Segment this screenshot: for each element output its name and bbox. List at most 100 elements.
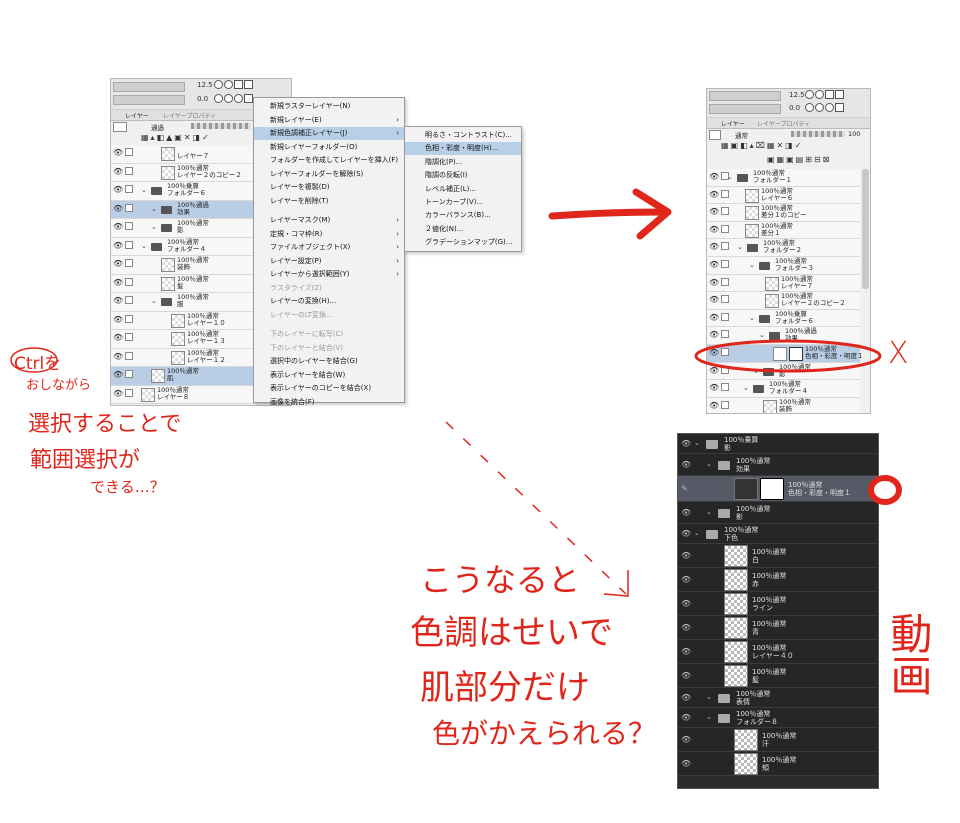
menu-item[interactable]: レイヤーフォルダーを解除(S) [254, 168, 404, 181]
rotate-right-icon[interactable] [224, 94, 233, 103]
chevron-down-icon[interactable]: ⌄ [151, 205, 157, 213]
layer-row[interactable]: 👁 ⌄ 100％通常 フォルダー１ [707, 169, 860, 187]
submenu-item[interactable]: 明るさ・コントラスト(C)... [405, 129, 521, 142]
eye-icon[interactable]: 👁 [113, 333, 123, 342]
menu-item[interactable]: レイヤーマスク(M) › [254, 214, 404, 227]
layer-row[interactable]: 👁 ⌄ 100％通常 フォルダー４ [707, 380, 860, 398]
chevron-down-icon[interactable]: ⌄ [706, 508, 712, 516]
layer-row[interactable]: 👁 100％通常汗 [678, 728, 878, 752]
chevron-down-icon[interactable]: ⌄ [151, 223, 157, 231]
eye-icon[interactable]: 👁 [113, 241, 123, 250]
eye-icon[interactable]: 👁 [681, 623, 691, 632]
eye-icon[interactable]: 👁 [709, 242, 719, 251]
eye-icon[interactable]: 👁 [681, 529, 691, 538]
lock-checkbox[interactable] [125, 296, 133, 304]
eye-icon[interactable]: 👁 [681, 551, 691, 560]
right-opacity-value[interactable]: 100 [848, 130, 860, 138]
submenu-item[interactable]: トーンカーブ(V)... [405, 196, 521, 209]
menu-item[interactable]: 選択中のレイヤーを結合(G) [254, 355, 404, 368]
chevron-down-icon[interactable]: ⌄ [694, 439, 700, 447]
eye-icon[interactable]: 👁 [113, 222, 123, 231]
lock-checkbox[interactable] [125, 277, 133, 286]
layer-row[interactable]: 👁 100％通常白 [678, 544, 878, 568]
layer-row[interactable]: 👁 100％通常 装飾 [707, 397, 860, 413]
layer-row[interactable]: 👁 100％通常赤 [678, 568, 878, 592]
menu-item[interactable]: 定規・コマ枠(R) › [254, 228, 404, 241]
lock-checkbox[interactable] [721, 260, 729, 268]
layer-row[interactable]: 👁 100％通常髪 [678, 664, 878, 688]
left-tab-property[interactable]: レイヤープロパティ [163, 111, 216, 120]
lock-checkbox[interactable] [125, 166, 133, 175]
chevron-down-icon[interactable]: ⌄ [749, 261, 755, 269]
layer-row[interactable]: 👁 100％通常 差分１ [707, 221, 860, 240]
eye-icon[interactable]: 👁 [681, 439, 691, 448]
right-color-swatch[interactable] [709, 130, 721, 140]
menu-item[interactable]: 新規ラスターレイヤー(N) [254, 100, 404, 113]
lock-checkbox[interactable] [125, 333, 133, 341]
eye-icon[interactable]: 👁 [113, 204, 123, 213]
lock-checkbox[interactable] [125, 185, 133, 193]
layer-row[interactable]: 👁 ⌄ 100％通常 表情 [678, 688, 878, 708]
eye-icon[interactable]: 👁 [113, 315, 123, 324]
reset-rotate-icon[interactable] [234, 94, 243, 103]
flip-icon[interactable] [835, 103, 844, 112]
reset-rotate-icon[interactable] [825, 103, 834, 112]
menu-item[interactable]: レイヤーから選択範囲(Y) › [254, 268, 404, 281]
fullscreen-icon[interactable] [244, 80, 253, 89]
left-blend-mode[interactable]: 通過 [151, 122, 164, 132]
eye-icon[interactable]: 👁 [113, 352, 123, 361]
right-tab-property[interactable]: レイヤープロパティ [757, 119, 810, 128]
rotate-right-icon[interactable] [815, 103, 824, 112]
fit-icon[interactable] [825, 90, 834, 99]
menu-item[interactable]: 新規レイヤーフォルダー(O) [254, 141, 404, 154]
layer-row[interactable]: 👁 ⌄ 100％通常 フォルダー２ [707, 239, 860, 257]
lock-checkbox[interactable] [721, 312, 729, 321]
right-blend-mode[interactable]: 通常 [735, 130, 748, 140]
submenu-item[interactable]: ２値化(N)... [405, 223, 521, 236]
layer-row[interactable]: 👁 ⌄ 100％通常 フォルダー３ [707, 257, 860, 275]
right-rotate-controls[interactable] [804, 103, 844, 112]
chevron-down-icon[interactable]: ⌄ [743, 384, 749, 392]
lock-checkbox[interactable] [721, 242, 729, 251]
eye-icon[interactable]: 👁 [709, 172, 719, 181]
lock-checkbox[interactable] [125, 314, 133, 323]
chevron-down-icon[interactable]: ⌄ [749, 314, 755, 322]
layer-row[interactable]: 👁 ⌄ 100％通常影 [678, 502, 878, 524]
chevron-down-icon[interactable]: ⌄ [141, 186, 147, 194]
lock-checkbox[interactable] [125, 370, 133, 378]
left-tab-layer[interactable]: レイヤー [125, 111, 149, 120]
rotate-left-icon[interactable] [214, 94, 223, 103]
layer-row[interactable]: 👁 100％通常頬 [678, 752, 878, 776]
eye-icon[interactable]: 👁 [113, 167, 123, 176]
eye-icon[interactable]: 👁 [709, 401, 719, 410]
eye-icon[interactable]: 👁 [709, 383, 719, 392]
eye-icon[interactable]: 👁 [709, 295, 719, 304]
eye-icon[interactable]: 👁 [113, 278, 123, 287]
left-layer-toolbar[interactable]: ▦▴◧▲▣✕◨✓ [141, 133, 211, 142]
layer-row[interactable]: 👁 100％通常 ライン [678, 592, 878, 616]
submenu-item[interactable]: カラーバランス(B)... [405, 209, 521, 222]
lock-checkbox[interactable] [721, 295, 729, 304]
eye-icon[interactable]: 👁 [681, 735, 691, 744]
layer-row[interactable]: 👁 ⌄ 100％通常 下色 [678, 524, 878, 544]
layer-row[interactable]: 👁 100％通常青 [678, 616, 878, 640]
eye-icon[interactable]: 👁 [709, 190, 719, 199]
menu-item[interactable]: 新規色調補正レイヤー(J) › [254, 127, 404, 140]
rotate-left-icon[interactable] [805, 103, 814, 112]
layer-row[interactable]: 👁 100％通常 差分１のコピー [707, 204, 860, 222]
lock-checkbox[interactable] [721, 207, 729, 216]
eye-icon[interactable]: 👁 [681, 575, 691, 584]
layer-row[interactable]: 👁 100％通常 レイヤー６ [707, 186, 860, 205]
submenu-item[interactable]: グラデーションマップ(G)... [405, 236, 521, 249]
left-rotate-controls[interactable] [213, 94, 253, 103]
layer-row[interactable]: 👁 100％通常 レイヤー７ [707, 274, 860, 293]
submenu-item[interactable]: レベル補正(L)... [405, 183, 521, 196]
layer-row[interactable]: 👁 ⌄ 100％乗算影 [678, 434, 878, 454]
right-tab-layer[interactable]: レイヤー [721, 119, 745, 128]
menu-item[interactable]: フォルダーを作成してレイヤーを挿入(F) [254, 154, 404, 167]
left-zoom-controls[interactable] [213, 80, 253, 89]
eye-icon[interactable]: 👁 [681, 460, 691, 469]
layer-row[interactable]: ✎ 100％通常 色相・彩度・明度１ [678, 476, 878, 502]
menu-item[interactable]: 表示レイヤーのコピーを結合(X) [254, 382, 404, 395]
eye-icon[interactable]: 👁 [113, 259, 123, 268]
